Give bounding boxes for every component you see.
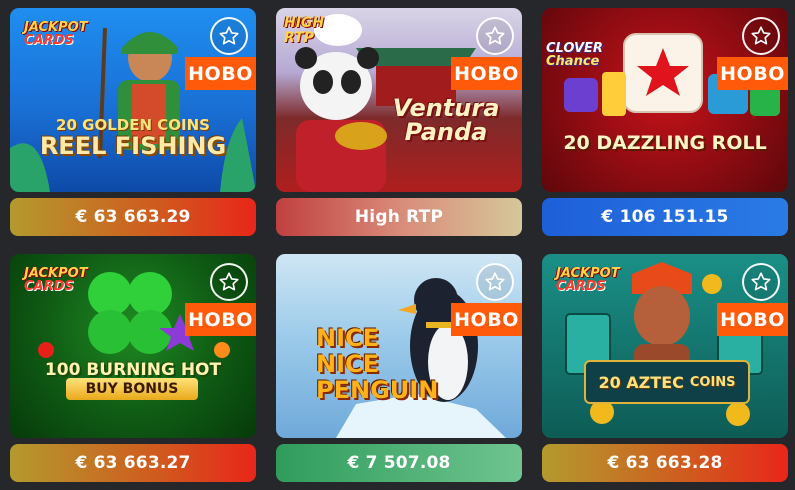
game-subtitle: 20 GOLDEN COINS xyxy=(56,116,210,134)
hobo-badge: HOBO xyxy=(451,303,522,336)
jackpot-amount-bar[interactable]: € 63 663.27 xyxy=(10,444,256,482)
buy-bonus-label: BUY BONUS xyxy=(66,378,198,400)
game-card-nice-nice-penguin[interactable]: NICE NICE PENGUIN HOBO € 7 507.08 xyxy=(276,254,522,482)
favorite-button[interactable] xyxy=(476,263,514,301)
game-card-ventura-panda[interactable]: HIGH RTP Ventura Panda HOBO High RTP xyxy=(276,8,522,236)
hobo-badge: HOBO xyxy=(185,57,256,90)
hobo-badge: HOBO xyxy=(185,303,256,336)
star-outline-icon xyxy=(485,272,505,291)
hobo-badge: HOBO xyxy=(717,57,788,90)
favorite-button[interactable] xyxy=(210,263,248,301)
favorite-button[interactable] xyxy=(210,17,248,55)
jackpot-amount-bar[interactable]: € 7 507.08 xyxy=(276,444,522,482)
game-thumbnail[interactable]: HIGH RTP Ventura Panda HOBO xyxy=(276,8,522,192)
game-title: Ventura Panda xyxy=(392,94,500,146)
star-outline-icon xyxy=(219,272,239,291)
game-title-line3: PENGUIN xyxy=(316,376,439,404)
game-title-line2: NICE xyxy=(316,350,380,378)
hobo-badge: HOBO xyxy=(451,57,522,90)
game-thumbnail[interactable]: CLOVER Chance 20 DAZZLING ROLL HOBO xyxy=(542,8,788,192)
game-title: 100 BURNING HOT xyxy=(44,360,222,380)
jackpot-amount-bar[interactable]: € 63 663.29 xyxy=(10,198,256,236)
brand-logo: JACKPOT CARDS xyxy=(24,266,88,294)
game-title-line2: COINS xyxy=(689,374,736,390)
star-outline-icon xyxy=(219,26,239,45)
hobo-badge: HOBO xyxy=(717,303,788,336)
brand-logo: JACKPOT CARDS xyxy=(556,266,620,294)
game-title: REEL FISHING xyxy=(39,132,227,160)
high-rtp-label: HIGH RTP xyxy=(284,15,325,46)
game-title-line1: 20 AZTEC xyxy=(598,372,684,392)
aztec-title-plate: 20 AZTEC COINS xyxy=(584,360,750,404)
favorite-button[interactable] xyxy=(742,17,780,55)
jackpot-amount-bar[interactable]: € 106 151.15 xyxy=(542,198,788,236)
favorite-button[interactable] xyxy=(476,17,514,55)
high-rtp-bar[interactable]: High RTP xyxy=(276,198,522,236)
game-card-reel-fishing[interactable]: JACKPOT CARDS 20 GOLDEN COINS REEL FISHI… xyxy=(10,8,256,236)
game-card-20-dazzling-roll[interactable]: CLOVER Chance 20 DAZZLING ROLL HOBO € 10… xyxy=(542,8,788,236)
game-thumbnail[interactable]: JACKPOT CARDS 100 BURNING HOT BUY BONUS … xyxy=(10,254,256,438)
brand-logo: JACKPOT CARDS xyxy=(24,20,88,48)
star-outline-icon xyxy=(751,26,771,45)
star-outline-icon xyxy=(485,26,505,45)
clover-chance-logo: CLOVER Chance xyxy=(546,41,603,69)
game-title-line1: NICE xyxy=(316,324,380,352)
game-thumbnail[interactable]: JACKPOT CARDS 20 AZTEC COINS HOBO xyxy=(542,254,788,438)
favorite-button[interactable] xyxy=(742,263,780,301)
game-grid: JACKPOT CARDS 20 GOLDEN COINS REEL FISHI… xyxy=(0,0,795,490)
star-outline-icon xyxy=(751,272,771,291)
jackpot-amount-bar[interactable]: € 63 663.28 xyxy=(542,444,788,482)
game-thumbnail[interactable]: NICE NICE PENGUIN HOBO xyxy=(276,254,522,438)
game-card-100-burning-hot[interactable]: JACKPOT CARDS 100 BURNING HOT BUY BONUS … xyxy=(10,254,256,482)
game-card-20-aztec-coins[interactable]: JACKPOT CARDS 20 AZTEC COINS HOBO € 63 6… xyxy=(542,254,788,482)
game-thumbnail[interactable]: JACKPOT CARDS 20 GOLDEN COINS REEL FISHI… xyxy=(10,8,256,192)
game-title: 20 DAZZLING ROLL xyxy=(563,132,767,154)
